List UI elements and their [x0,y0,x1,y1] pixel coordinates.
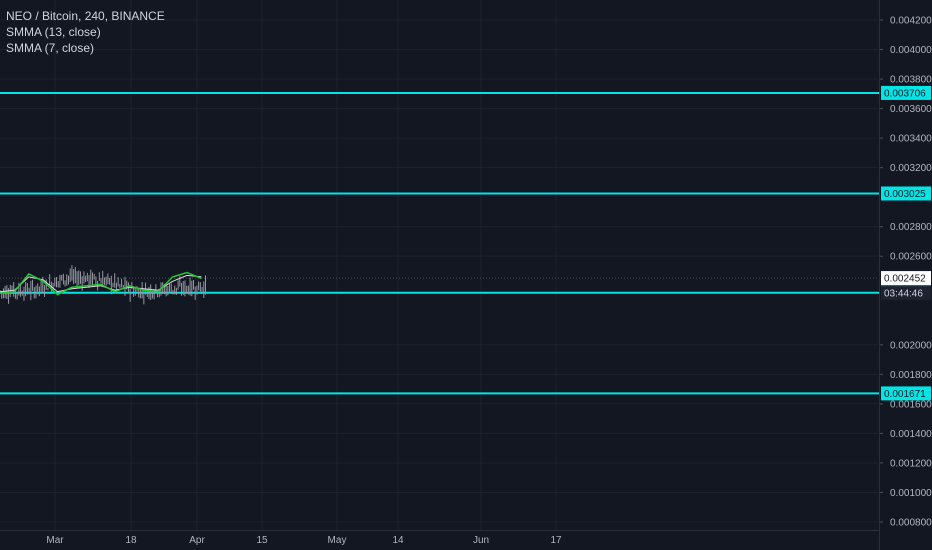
indicator-smma-7[interactable]: SMMA (7, close) [6,40,165,56]
price-tag-label: 0.003706 [884,88,926,99]
axes: Mar 18 Apr 15 May 14 Jun 17 0.004200 0.004000 0.00… [0,0,932,550]
chart-grid [0,0,879,530]
y-tick-label: 0.004000 [890,45,932,56]
y-tick-label: 0.003600 [890,104,932,115]
y-tick-label: 0.000800 [890,518,932,529]
x-tick-label: 14 [392,535,404,546]
y-tick-label: 0.001000 [890,488,932,499]
x-tick-label: Mar [46,535,64,546]
y-tick-label: 0.001800 [890,370,932,381]
y-tick-label: 0.002000 [890,340,932,351]
y-tick-label: 0.004200 [890,16,932,27]
x-tick-label: 17 [550,535,562,546]
symbol-title[interactable]: NEO / Bitcoin, 240, BINANCE [6,8,165,24]
y-tick-label: 0.003400 [890,134,932,145]
last-price-label: 0.002452 [884,274,926,285]
price-tag-label: 0.003025 [884,189,926,200]
y-tick-label: 0.001200 [890,458,932,469]
price-tag-label: 0.001671 [884,389,926,400]
y-tick-label: 0.001400 [890,429,932,440]
indicator-smma-13[interactable]: SMMA (13, close) [6,24,165,40]
y-tick-label: 0.002600 [890,252,932,263]
x-tick-label: Apr [189,535,205,546]
y-tick-label: 0.001600 [890,399,932,410]
x-tick-label: 15 [256,535,268,546]
y-tick-label: 0.003200 [890,163,932,174]
y-tick-label: 0.002800 [890,222,932,233]
x-tick-label: May [328,535,347,546]
countdown-label: 03:44:46 [884,289,923,300]
y-tick-label: 0.003800 [890,75,932,86]
x-tick-label: Jun [473,535,489,546]
chart-legend: NEO / Bitcoin, 240, BINANCE SMMA (13, cl… [6,8,165,56]
x-tick-label: 18 [125,535,137,546]
price-chart[interactable]: Mar 18 Apr 15 May 14 Jun 17 0.004200 0.004000 0.00… [0,0,932,550]
